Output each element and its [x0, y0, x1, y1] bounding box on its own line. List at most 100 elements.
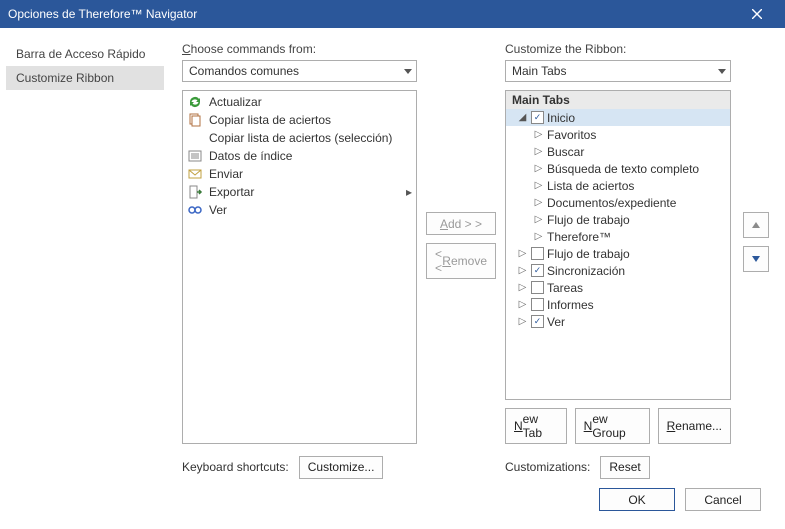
arrow-down-icon [751, 254, 761, 264]
choose-commands-label: Choose commands from: [182, 42, 417, 56]
tree-node-label: Flujo de trabajo [547, 247, 630, 261]
customizations-row: Customizations: Reset [505, 454, 731, 480]
keyboard-shortcut-row: Keyboard shortcuts: Customize... [182, 454, 417, 480]
sidebar-item-quick-access[interactable]: Barra de Acceso Rápido [6, 42, 164, 66]
move-down-button[interactable] [743, 246, 769, 272]
close-button[interactable] [737, 0, 777, 28]
tree-expander-icon[interactable] [517, 299, 528, 310]
tree-expander-icon[interactable] [517, 316, 528, 327]
tree-node[interactable]: Favoritos [506, 126, 730, 143]
tree-node-label: Flujo de trabajo [547, 213, 630, 227]
content: Barra de Acceso Rápido Customize Ribbon … [0, 28, 785, 529]
command-item[interactable]: Copiar lista de aciertos (selección) [183, 129, 416, 147]
checkbox[interactable] [531, 315, 544, 328]
tree-node-label: Documentos/expediente [547, 196, 676, 210]
command-item[interactable]: Actualizar [183, 93, 416, 111]
tree-expander-icon[interactable] [533, 129, 544, 140]
ok-button[interactable]: OK [599, 488, 675, 511]
new-group-button[interactable]: New Group [575, 408, 650, 444]
none-icon [187, 130, 203, 146]
view-icon [187, 202, 203, 218]
command-label: Exportar [209, 185, 254, 199]
refresh-icon [187, 94, 203, 110]
tree-expander-icon[interactable] [517, 112, 528, 123]
cancel-button[interactable]: Cancel [685, 488, 761, 511]
tree-expander-icon[interactable] [533, 146, 544, 157]
tab-buttons-row: New Tab New Group Rename... [505, 408, 731, 444]
tree-node-label: Ver [547, 315, 565, 329]
commands-source-dropdown[interactable]: Comandos comunes [182, 60, 417, 82]
copy-icon [187, 112, 203, 128]
command-item[interactable]: Enviar [183, 165, 416, 183]
checkbox[interactable] [531, 247, 544, 260]
tree-expander-icon[interactable] [533, 197, 544, 208]
checkbox[interactable] [531, 281, 544, 294]
tree-node-label: Favoritos [547, 128, 596, 142]
reorder-buttons [739, 42, 773, 480]
checkbox[interactable] [531, 111, 544, 124]
command-label: Copiar lista de aciertos [209, 113, 331, 127]
command-label: Enviar [209, 167, 243, 181]
chevron-down-icon [404, 69, 412, 74]
keyboard-shortcuts-label: Keyboard shortcuts: [182, 460, 289, 474]
export-icon [187, 184, 203, 200]
tree-node[interactable]: Ver [506, 313, 730, 330]
new-tab-button[interactable]: New Tab [505, 408, 567, 444]
titlebar: Opciones de Therefore™ Navigator [0, 0, 785, 28]
add-button[interactable]: Add > > [426, 212, 496, 235]
command-label: Ver [209, 203, 227, 217]
commands-panel: Choose commands from: Comandos comunes A… [182, 42, 417, 480]
customizations-label: Customizations: [505, 460, 590, 474]
commands-list[interactable]: Actualizar Copiar lista de aciertos Copiar… [182, 90, 417, 444]
chevron-down-icon [718, 69, 726, 74]
tree-node-label: Therefore™ [547, 230, 611, 244]
sidebar-item-customize-ribbon[interactable]: Customize Ribbon [6, 66, 164, 90]
ribbon-scope-dropdown[interactable]: Main Tabs [505, 60, 731, 82]
tree-expander-icon[interactable] [533, 163, 544, 174]
command-item[interactable]: Exportar ▸ [183, 183, 416, 201]
tree-expander-icon[interactable] [517, 282, 528, 293]
command-item[interactable]: Ver [183, 201, 416, 219]
tree-expander-icon[interactable] [533, 214, 544, 225]
command-item[interactable]: Datos de índice [183, 147, 416, 165]
columns: Choose commands from: Comandos comunes A… [182, 42, 773, 480]
tree-node[interactable]: Lista de aciertos [506, 177, 730, 194]
tree-expander-icon[interactable] [517, 248, 528, 259]
index-icon [187, 148, 203, 164]
tree-expander-icon[interactable] [533, 180, 544, 191]
ribbon-scope-value: Main Tabs [512, 64, 566, 78]
tree-node[interactable]: Buscar [506, 143, 730, 160]
ribbon-tree[interactable]: Main Tabs InicioFavoritosBuscarBúsqueda … [505, 90, 731, 400]
remove-button[interactable]: < < Remove [426, 243, 496, 279]
checkbox[interactable] [531, 264, 544, 277]
tree-node[interactable]: Therefore™ [506, 228, 730, 245]
tree-node[interactable]: Flujo de trabajo [506, 245, 730, 262]
tree-node[interactable]: Búsqueda de texto completo [506, 160, 730, 177]
command-item[interactable]: Copiar lista de aciertos [183, 111, 416, 129]
tree-node[interactable]: Informes [506, 296, 730, 313]
mail-icon [187, 166, 203, 182]
customize-ribbon-label: Customize the Ribbon: [505, 42, 731, 56]
reset-button[interactable]: Reset [600, 456, 649, 479]
move-up-button[interactable] [743, 212, 769, 238]
checkbox[interactable] [531, 298, 544, 311]
rename-button[interactable]: Rename... [658, 408, 731, 444]
tree-expander-icon[interactable] [533, 231, 544, 242]
command-label: Actualizar [209, 95, 262, 109]
ribbon-panel: Customize the Ribbon: Main Tabs Main Tab… [505, 42, 731, 480]
submenu-arrow-icon: ▸ [406, 185, 412, 199]
tree-expander-icon[interactable] [517, 265, 528, 276]
commands-source-value: Comandos comunes [189, 64, 299, 78]
customize-shortcuts-button[interactable]: Customize... [299, 456, 384, 479]
tree-node-label: Tareas [547, 281, 583, 295]
close-icon [752, 9, 762, 19]
tree-node[interactable]: Tareas [506, 279, 730, 296]
command-label: Datos de índice [209, 149, 292, 163]
dialog-footer: OK Cancel [182, 480, 773, 521]
tree-node[interactable]: Documentos/expediente [506, 194, 730, 211]
tree-node[interactable]: Flujo de trabajo [506, 211, 730, 228]
tree-node-label: Inicio [547, 111, 575, 125]
tree-node[interactable]: Inicio [506, 109, 730, 126]
sidebar: Barra de Acceso Rápido Customize Ribbon [0, 28, 170, 529]
tree-node[interactable]: Sincronización [506, 262, 730, 279]
